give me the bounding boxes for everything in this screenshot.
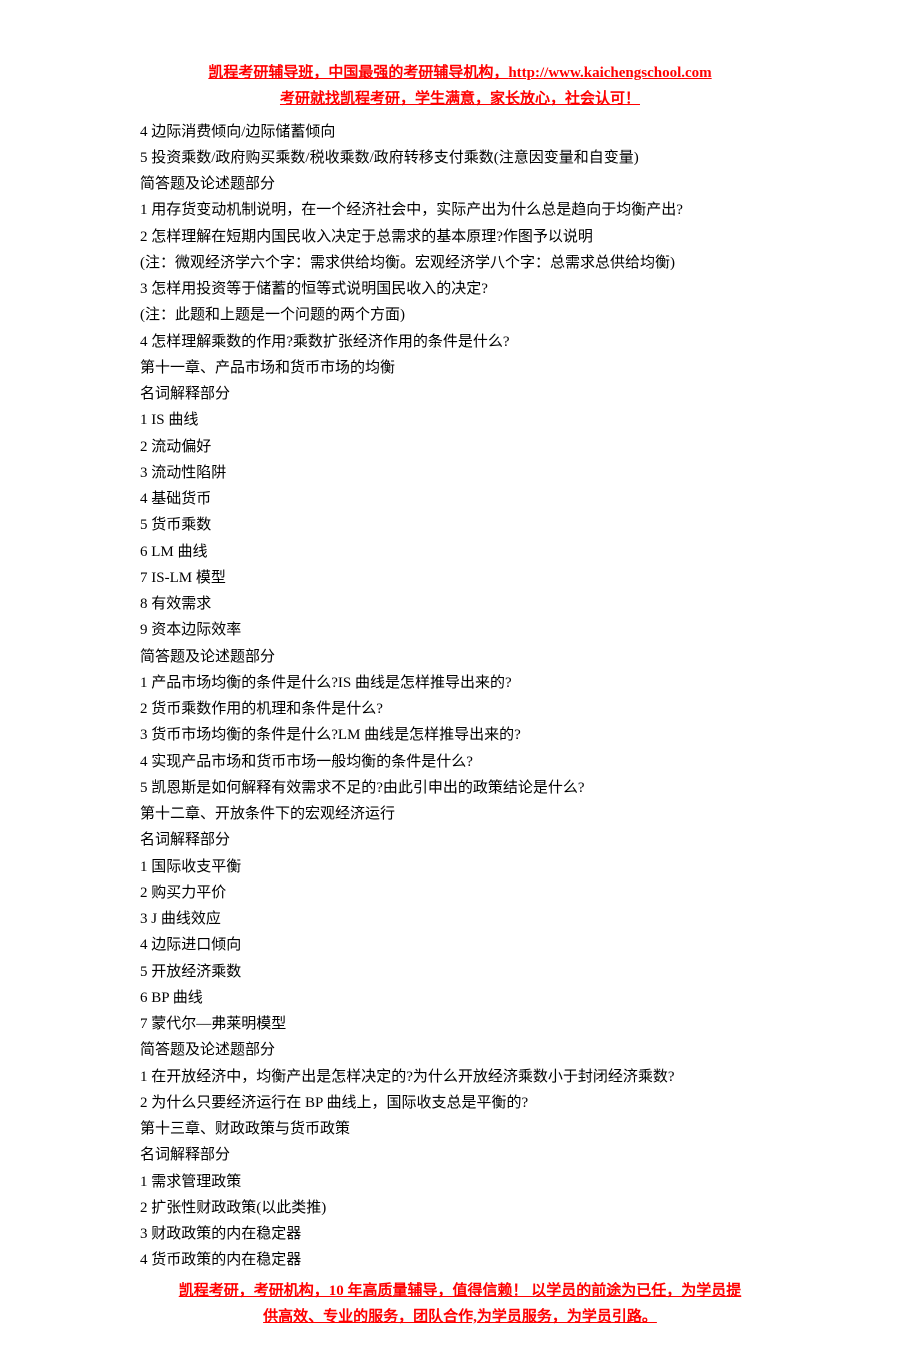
body-line: 名词解释部分 <box>140 381 780 407</box>
page-footer: 凯程考研，考研机构，10 年高质量辅导，值得信赖！ 以学员的前途为已任，为学员提… <box>140 1278 780 1331</box>
body-line: 4 实现产品市场和货币市场一般均衡的条件是什么? <box>140 749 780 775</box>
body-line: 6 LM 曲线 <box>140 539 780 565</box>
body-line: 2 为什么只要经济运行在 BP 曲线上，国际收支总是平衡的? <box>140 1090 780 1116</box>
body-line: 5 开放经济乘数 <box>140 959 780 985</box>
body-line: 简答题及论述题部分 <box>140 1037 780 1063</box>
body-line: 第十三章、财政政策与货币政策 <box>140 1116 780 1142</box>
body-line: (注：此题和上题是一个问题的两个方面) <box>140 302 780 328</box>
body-line: 2 货币乘数作用的机理和条件是什么? <box>140 696 780 722</box>
body-line: 5 货币乘数 <box>140 512 780 538</box>
body-line: 第十一章、产品市场和货币市场的均衡 <box>140 355 780 381</box>
body-line: 3 货币市场均衡的条件是什么?LM 曲线是怎样推导出来的? <box>140 722 780 748</box>
footer-line-1: 凯程考研，考研机构，10 年高质量辅导，值得信赖！ 以学员的前途为已任，为学员提 <box>140 1278 780 1304</box>
body-line: 3 流动性陷阱 <box>140 460 780 486</box>
body-line: 5 凯恩斯是如何解释有效需求不足的?由此引申出的政策结论是什么? <box>140 775 780 801</box>
body-line: 4 货币政策的内在稳定器 <box>140 1247 780 1273</box>
body-line: 简答题及论述题部分 <box>140 644 780 670</box>
body-line: 1 用存货变动机制说明，在一个经济社会中，实际产出为什么总是趋向于均衡产出? <box>140 197 780 223</box>
body-line: 1 需求管理政策 <box>140 1169 780 1195</box>
body-line: 7 蒙代尔—弗莱明模型 <box>140 1011 780 1037</box>
body-line: 1 IS 曲线 <box>140 407 780 433</box>
body-line: 3 怎样用投资等于储蓄的恒等式说明国民收入的决定? <box>140 276 780 302</box>
body-line: 3 财政政策的内在稳定器 <box>140 1221 780 1247</box>
body-line: 简答题及论述题部分 <box>140 171 780 197</box>
header-url[interactable]: http://www.kaichengschool.com <box>508 65 711 81</box>
body-line: 4 边际进口倾向 <box>140 932 780 958</box>
body-line: 名词解释部分 <box>140 827 780 853</box>
body-line: 2 扩张性财政政策(以此类推) <box>140 1195 780 1221</box>
body-line: 2 怎样理解在短期内国民收入决定于总需求的基本原理?作图予以说明 <box>140 224 780 250</box>
body-line: 2 流动偏好 <box>140 434 780 460</box>
body-line: 第十二章、开放条件下的宏观经济运行 <box>140 801 780 827</box>
body-line: 4 基础货币 <box>140 486 780 512</box>
body-line: 4 怎样理解乘数的作用?乘数扩张经济作用的条件是什么? <box>140 329 780 355</box>
body-line: 1 在开放经济中，均衡产出是怎样决定的?为什么开放经济乘数小于封闭经济乘数? <box>140 1064 780 1090</box>
body-line: 9 资本边际效率 <box>140 617 780 643</box>
body-line: (注：微观经济学六个字：需求供给均衡。宏观经济学八个字：总需求总供给均衡) <box>140 250 780 276</box>
body-line: 1 国际收支平衡 <box>140 854 780 880</box>
body-line: 2 购买力平价 <box>140 880 780 906</box>
body-line: 5 投资乘数/政府购买乘数/税收乘数/政府转移支付乘数(注意因变量和自变量) <box>140 145 780 171</box>
page-header: 凯程考研辅导班，中国最强的考研辅导机构，http://www.kaichengs… <box>140 60 780 113</box>
body-line: 1 产品市场均衡的条件是什么?IS 曲线是怎样推导出来的? <box>140 670 780 696</box>
body-line: 4 边际消费倾向/边际储蓄倾向 <box>140 119 780 145</box>
header-line-1: 凯程考研辅导班，中国最强的考研辅导机构，http://www.kaichengs… <box>140 60 780 86</box>
body-line: 3 J 曲线效应 <box>140 906 780 932</box>
header-line-2: 考研就找凯程考研，学生满意，家长放心，社会认可！ <box>140 86 780 112</box>
body-line: 名词解释部分 <box>140 1142 780 1168</box>
body-line: 7 IS-LM 模型 <box>140 565 780 591</box>
body-line: 8 有效需求 <box>140 591 780 617</box>
header-text-1: 凯程考研辅导班，中国最强的考研辅导机构， <box>208 65 508 81</box>
document-body: 4 边际消费倾向/边际储蓄倾向 5 投资乘数/政府购买乘数/税收乘数/政府转移支… <box>140 119 780 1274</box>
body-line: 6 BP 曲线 <box>140 985 780 1011</box>
footer-line-2: 供高效、专业的服务，团队合作,为学员服务，为学员引路。 <box>140 1304 780 1330</box>
